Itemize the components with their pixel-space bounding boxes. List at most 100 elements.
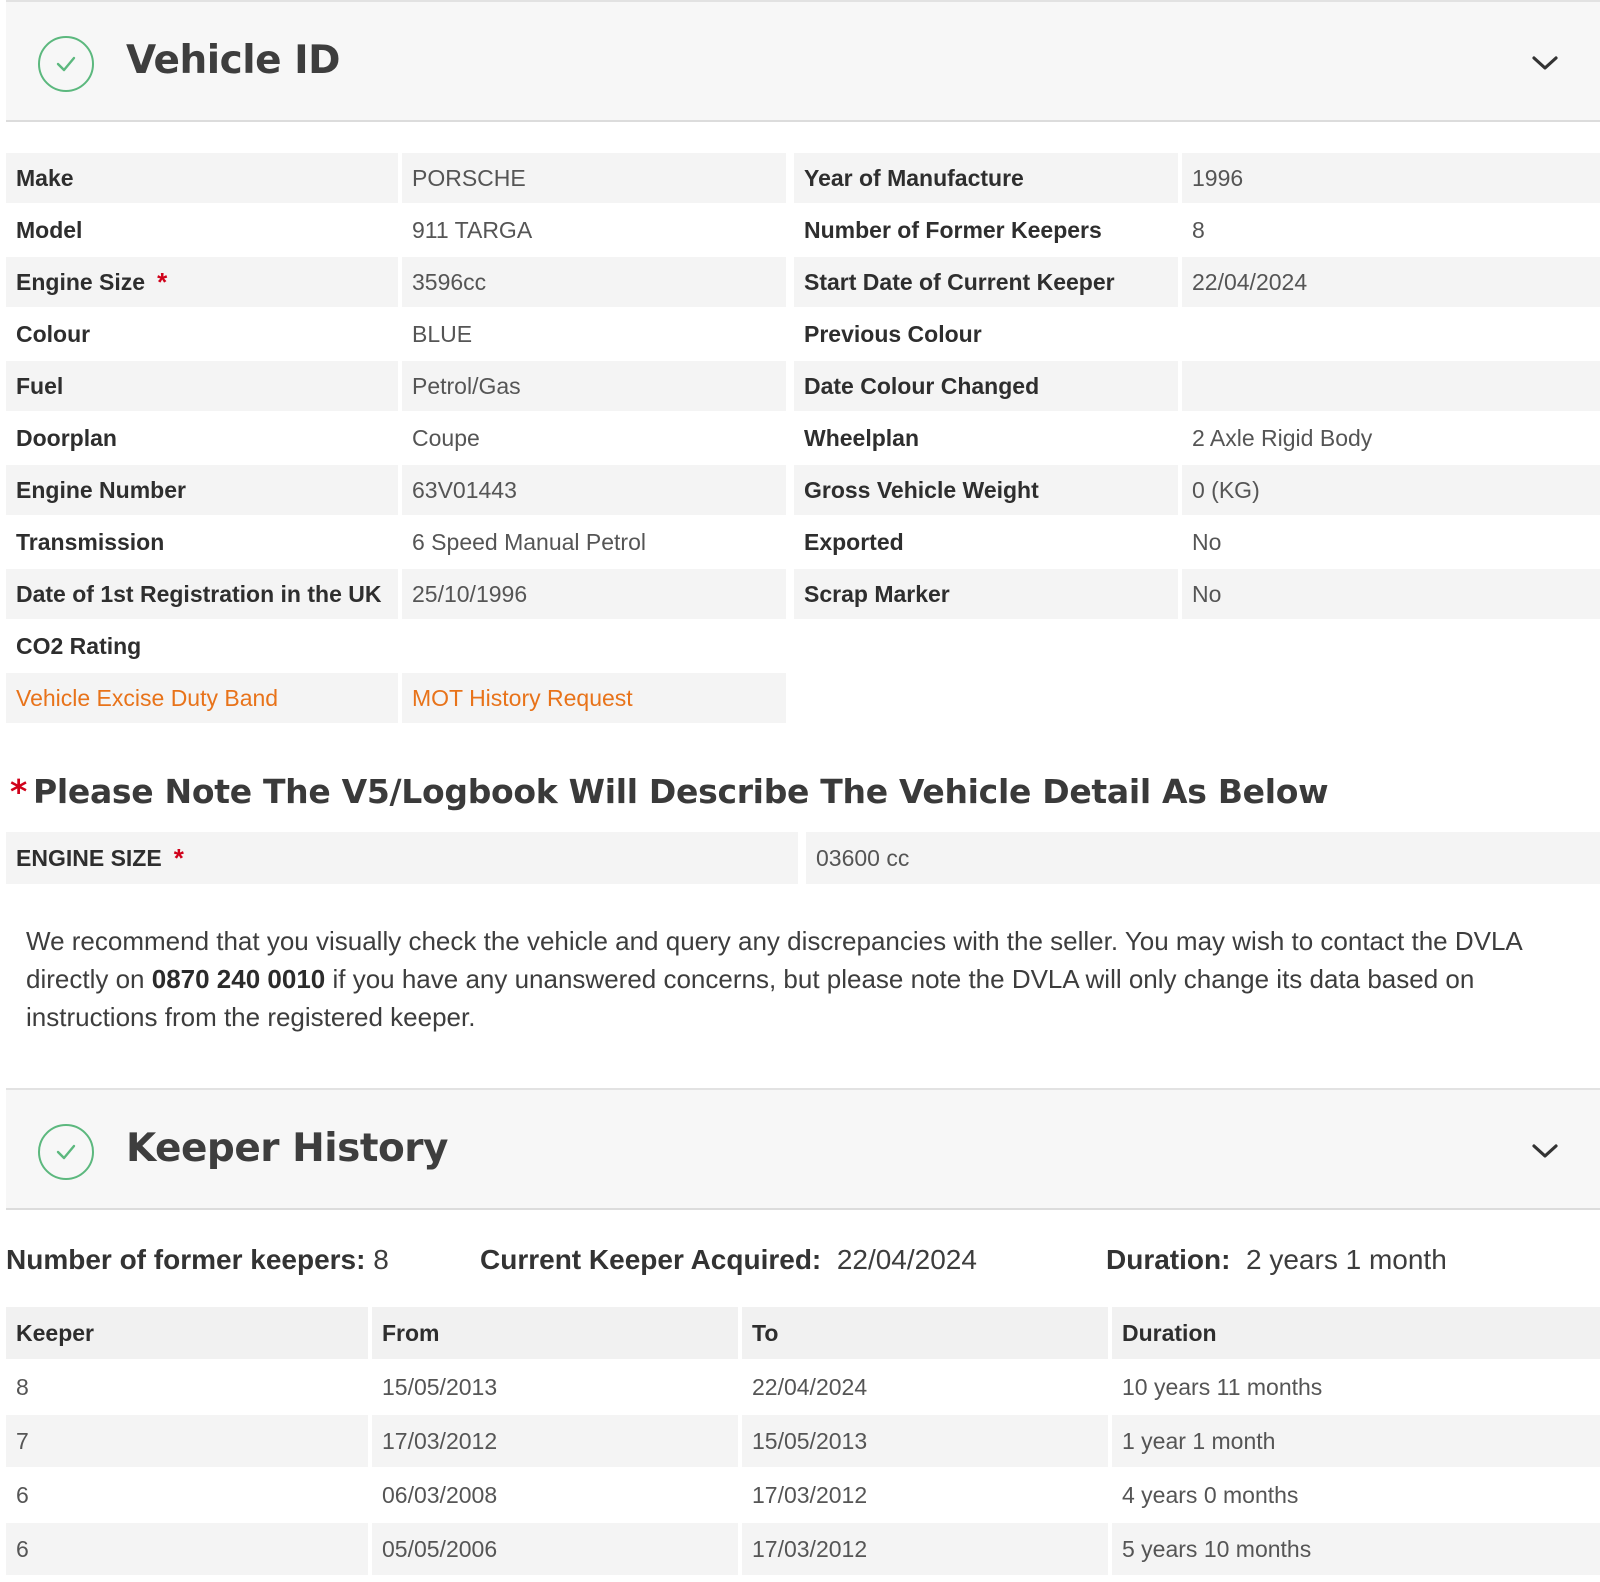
summary-value: 22/04/2024: [836, 1244, 977, 1275]
section-title: Vehicle ID: [126, 38, 341, 83]
row-label: Transmission: [16, 528, 165, 555]
table-header-row: Keeper From To Duration: [6, 1307, 1600, 1361]
table-cell: 8: [16, 1373, 29, 1400]
row-label: Previous Colour: [804, 320, 982, 347]
row-label: Fuel: [6, 361, 398, 411]
row-label: Model: [16, 216, 83, 243]
row-label: Number of Former Keepers: [804, 216, 1102, 243]
row-value: 0 (KG): [1182, 465, 1600, 515]
column-header-from: From: [372, 1307, 738, 1359]
row-value: [1182, 361, 1600, 411]
summary-label: Duration:: [1106, 1244, 1231, 1275]
table-cell: 6: [6, 1523, 368, 1575]
vehicle-excise-duty-band-link[interactable]: Vehicle Excise Duty Band: [6, 673, 398, 723]
table-row: Date of 1st Registration in the UK 25/10…: [6, 569, 1600, 621]
row-value: 25/10/1996: [402, 569, 786, 619]
table-row: Fuel Petrol/Gas Date Colour Changed: [6, 361, 1600, 413]
row-label: Start Date of Current Keeper: [794, 257, 1178, 307]
check-circle-icon: [38, 36, 94, 92]
table-row: 6 05/05/2006 17/03/2012 5 years 10 month…: [6, 1523, 1600, 1577]
current-keeper-acquired-summary: Current Keeper Acquired: 22/04/2024: [480, 1244, 977, 1276]
engine-size-label: Engine Size: [16, 268, 146, 295]
table-cell: 17/03/2012: [372, 1415, 738, 1467]
table-row: Colour BLUE Previous Colour: [6, 309, 1600, 361]
column-header-duration: Duration: [1112, 1307, 1600, 1359]
keeper-history-table: Keeper From To Duration 8 15/05/2013 22/…: [6, 1307, 1600, 1577]
row-label: Engine Number: [6, 465, 398, 515]
row-value: No: [1192, 528, 1222, 555]
row-value: 3596cc: [402, 257, 786, 307]
table-cell: 17/03/2012: [742, 1523, 1108, 1575]
row-label: ENGINE SIZE *: [6, 832, 798, 884]
dvla-phone-number: 0870 240 0010: [151, 964, 326, 994]
summary-label: Number of former keepers:: [6, 1244, 366, 1275]
column-header-to: To: [742, 1307, 1108, 1359]
advice-paragraph: We recommend that you visually check the…: [26, 922, 1586, 1036]
summary-value: 8: [373, 1244, 389, 1275]
check-circle-icon: [38, 1124, 94, 1180]
table-cell: 4 years 0 months: [1122, 1481, 1299, 1508]
table-row: Make PORSCHE Year of Manufacture 1996: [6, 153, 1600, 205]
row-label: Gross Vehicle Weight: [794, 465, 1178, 515]
row-label: Engine Size *: [6, 257, 398, 307]
table-cell: 22/04/2024: [752, 1373, 868, 1400]
table-cell: 15/05/2013: [742, 1415, 1108, 1467]
row-label: Colour: [16, 320, 91, 347]
mot-history-request-link[interactable]: MOT History Request: [402, 673, 786, 723]
row-value: 8: [1192, 216, 1205, 243]
chevron-down-icon[interactable]: [1528, 1134, 1562, 1168]
summary-label: Current Keeper Acquired:: [480, 1244, 822, 1275]
row-value: 1996: [1182, 153, 1600, 203]
table-row: Model 911 TARGA Number of Former Keepers…: [6, 205, 1600, 257]
row-value: Coupe: [412, 424, 480, 451]
row-value: BLUE: [412, 320, 473, 347]
table-row: Transmission 6 Speed Manual Petrol Expor…: [6, 517, 1600, 569]
row-label: Exported: [804, 528, 904, 555]
vehicle-details-table: Make PORSCHE Year of Manufacture 1996 Mo…: [6, 153, 1600, 725]
row-value: 22/04/2024: [1182, 257, 1600, 307]
row-label: Make: [6, 153, 398, 203]
table-row: Doorplan Coupe Wheelplan 2 Axle Rigid Bo…: [6, 413, 1600, 465]
table-row: Engine Number 63V01443 Gross Vehicle Wei…: [6, 465, 1600, 517]
table-cell: 17/03/2012: [752, 1481, 868, 1508]
row-label: Date of 1st Registration in the UK: [6, 569, 398, 619]
v5-engine-size-label: ENGINE SIZE: [16, 844, 162, 871]
row-value: 03600 cc: [806, 832, 1600, 884]
table-cell: 10 years 11 months: [1122, 1373, 1323, 1400]
row-value: 63V01443: [402, 465, 786, 515]
chevron-down-icon[interactable]: [1528, 46, 1562, 80]
row-value: [402, 621, 786, 671]
row-label: Date Colour Changed: [794, 361, 1178, 411]
row-value: [1182, 309, 1600, 359]
required-asterisk: *: [10, 772, 27, 811]
row-value: No: [1182, 569, 1600, 619]
table-cell: 1 year 1 month: [1112, 1415, 1600, 1467]
table-cell: 5 years 10 months: [1112, 1523, 1600, 1575]
v5-note-text: Please Note The V5/Logbook Will Describe…: [32, 772, 1329, 811]
table-cell: 15/05/2013: [382, 1373, 498, 1400]
table-cell: 06/03/2008: [382, 1481, 498, 1508]
row-value: Petrol/Gas: [402, 361, 786, 411]
required-asterisk: *: [157, 266, 168, 297]
table-cell: 6: [16, 1481, 29, 1508]
row-label: Year of Manufacture: [794, 153, 1178, 203]
summary-value: 2 years 1 month: [1246, 1244, 1447, 1275]
row-label: Scrap Marker: [794, 569, 1178, 619]
table-row: 8 15/05/2013 22/04/2024 10 years 11 mont…: [6, 1361, 1600, 1415]
column-header-keeper: Keeper: [6, 1307, 368, 1359]
row-value: 6 Speed Manual Petrol: [412, 528, 646, 555]
keeper-history-header[interactable]: Keeper History: [6, 1088, 1600, 1210]
table-row: 7 17/03/2012 15/05/2013 1 year 1 month: [6, 1415, 1600, 1469]
table-row: Vehicle Excise Duty Band MOT History Req…: [6, 673, 1600, 725]
row-label: Wheelplan: [804, 424, 920, 451]
section-title: Keeper History: [126, 1126, 448, 1171]
row-value: 2 Axle Rigid Body: [1192, 424, 1373, 451]
row-label: CO2 Rating: [16, 632, 142, 659]
former-keepers-summary: Number of former keepers: 8: [6, 1244, 389, 1276]
row-value: PORSCHE: [402, 153, 786, 203]
vehicle-id-header[interactable]: Vehicle ID: [6, 0, 1600, 122]
v5-note-title: * Please Note The V5/Logbook Will Describ…: [10, 772, 1329, 811]
row-label: Doorplan: [16, 424, 117, 451]
table-row: ENGINE SIZE * 03600 cc: [6, 832, 1600, 884]
table-cell: 7: [6, 1415, 368, 1467]
